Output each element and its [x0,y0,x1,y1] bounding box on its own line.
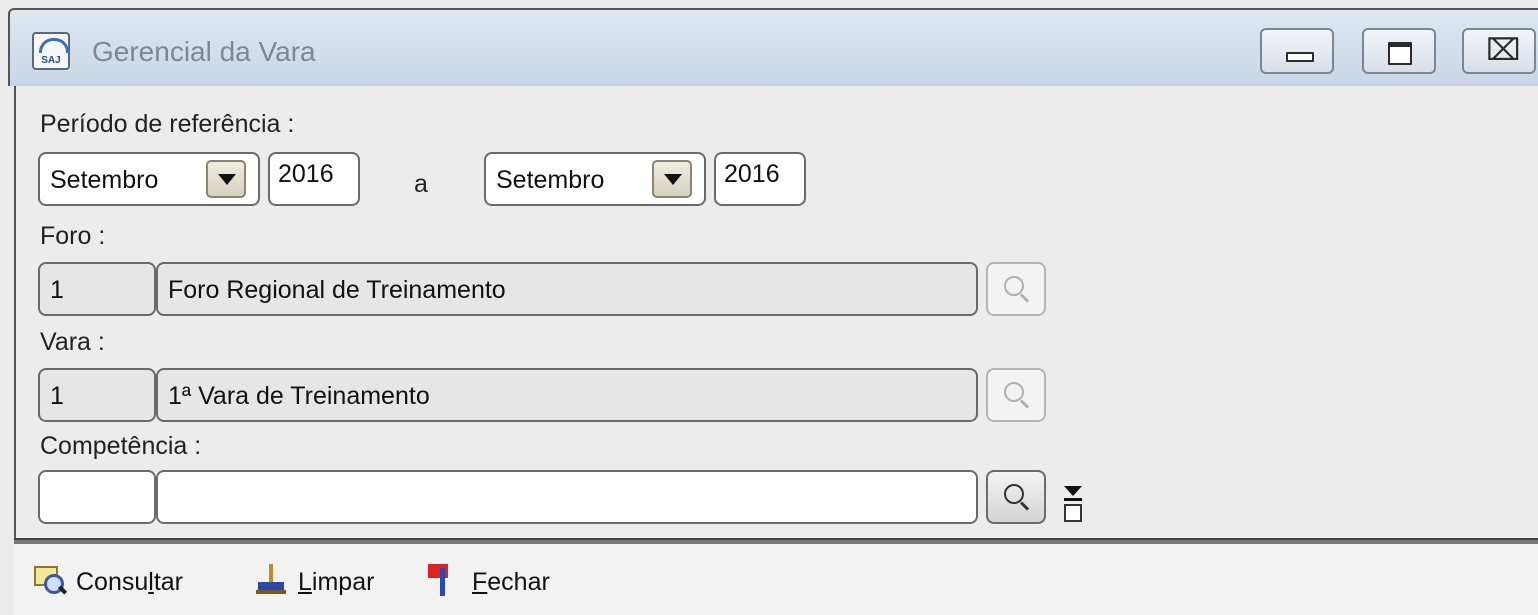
app-window: SAJ Gerencial da Vara ⌧ Período de refer… [0,0,1538,615]
to-month-value: Setembro [496,166,605,194]
foro-search-button [986,262,1046,316]
maximize-icon [1388,42,1412,65]
limpar-label: Limpar [298,568,375,596]
consult-icon [32,564,68,596]
from-year-input[interactable]: 2016 [268,152,360,206]
to-month-dropdown-icon[interactable] [652,160,692,198]
period-separator: a [414,170,428,198]
from-year-value: 2016 [278,160,334,188]
action-toolbar: Consultar Limpar Fechar [14,544,1538,615]
competencia-name-input[interactable] [156,470,978,524]
consultar-label: Consultar [76,568,184,596]
vara-search-button [986,368,1046,422]
window-title: Gerencial da Vara [92,36,316,67]
foro-name-field: Foro Regional de Treinamento [156,262,978,316]
search-icon [1004,276,1024,296]
title-bar[interactable]: SAJ Gerencial da Vara ⌧ [8,8,1538,86]
from-month-dropdown-icon[interactable] [206,160,246,198]
close-icon: ⌧ [1486,33,1521,68]
vara-name-field: 1ª Vara de Treinamento [156,368,978,422]
fechar-label: Fechar [472,568,550,596]
foro-label: Foro : [40,222,106,250]
search-icon [1004,484,1024,504]
foro-name-value: Foro Regional de Treinamento [168,276,506,304]
search-icon [1004,382,1024,402]
saj-app-icon[interactable]: SAJ [32,32,70,70]
to-year-value: 2016 [724,160,780,188]
vara-code-value: 1 [50,382,64,410]
vara-name-value: 1ª Vara de Treinamento [168,382,430,410]
expand-filter-icon[interactable] [1062,486,1084,522]
periodo-label: Período de referência : [40,110,295,138]
broom-icon [254,564,288,596]
minimize-button[interactable] [1260,28,1334,74]
competencia-code-input[interactable] [38,470,156,524]
minimize-icon [1286,52,1314,62]
competencia-label: Competência : [40,432,202,460]
foro-code-value: 1 [50,276,64,304]
to-month-select[interactable]: Setembro [484,152,706,206]
competencia-search-button[interactable] [986,470,1046,524]
to-year-input[interactable]: 2016 [714,152,806,206]
maximize-button[interactable] [1362,28,1436,74]
close-window-button[interactable]: ⌧ [1462,28,1536,74]
vara-code-field: 1 [38,368,156,422]
flag-icon [428,564,462,596]
from-month-select[interactable]: Setembro [38,152,260,206]
foro-code-field: 1 [38,262,156,316]
from-month-value: Setembro [50,166,159,194]
vara-label: Vara : [40,328,105,356]
